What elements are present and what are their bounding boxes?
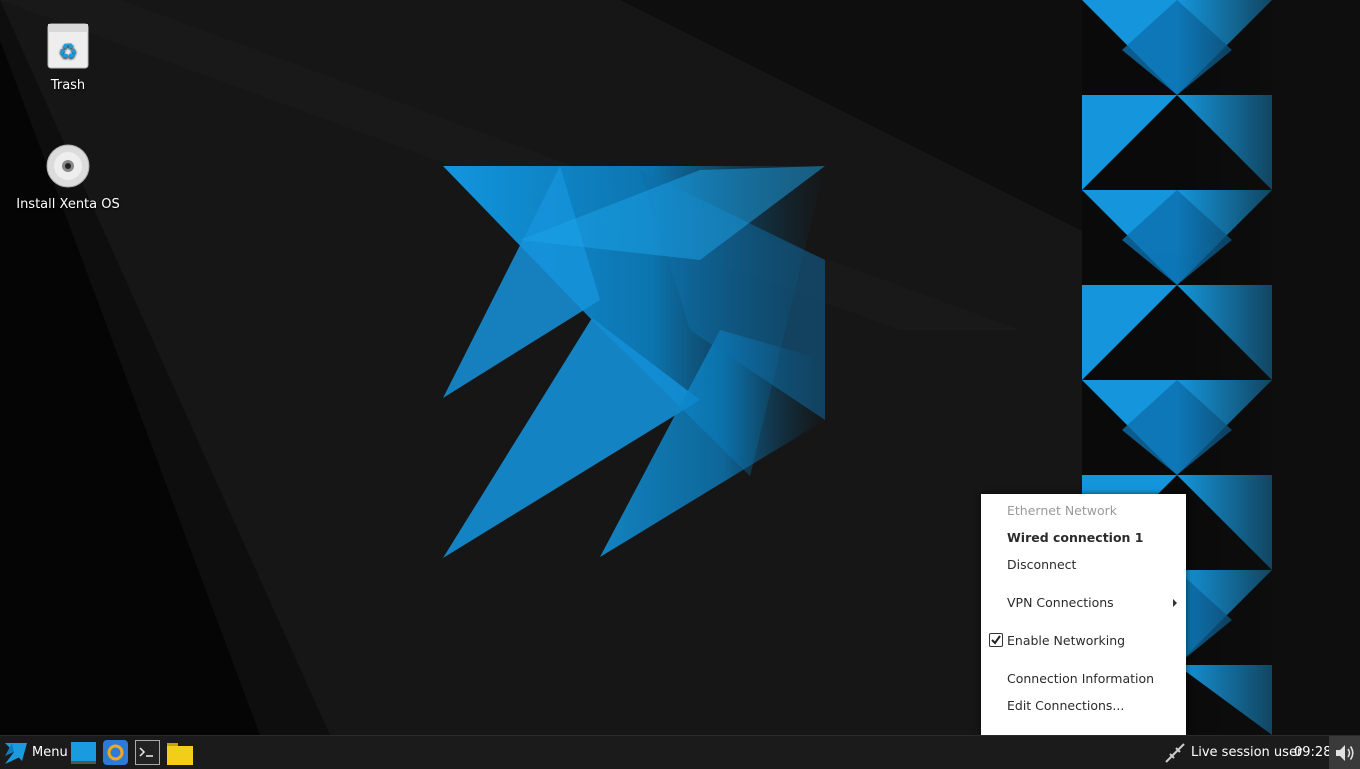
desktop-icon-label: Trash xyxy=(50,78,86,93)
browser-icon[interactable] xyxy=(103,736,128,769)
terminal-icon[interactable] xyxy=(135,736,160,769)
taskbar: Menu Live session user 09:28 xyxy=(0,735,1360,769)
svg-text:♻: ♻ xyxy=(58,40,78,65)
trash-icon: ♻ xyxy=(13,22,123,74)
desktop: ♻ Trash Install Xenta OS Ethernet Networ… xyxy=(0,0,1360,735)
clock[interactable]: 09:28 xyxy=(1294,736,1331,769)
network-icon[interactable] xyxy=(1163,736,1187,769)
menu-button[interactable]: Menu xyxy=(32,736,68,769)
network-context-menu: Ethernet Network Wired connection 1 Disc… xyxy=(981,494,1186,735)
volume-button[interactable] xyxy=(1329,736,1360,769)
menu-header-ethernet: Ethernet Network xyxy=(1007,503,1118,518)
submenu-arrow-icon xyxy=(1173,599,1177,607)
menu-item-vpn-connections[interactable]: VPN Connections xyxy=(1007,594,1114,612)
desktop-icon-label: Install Xenta OS xyxy=(16,197,120,212)
desktop-icon-install[interactable]: Install Xenta OS xyxy=(13,143,123,212)
volume-icon xyxy=(1334,742,1356,768)
disc-icon xyxy=(13,143,123,193)
xenta-logo-icon[interactable] xyxy=(4,736,28,769)
folder-icon[interactable] xyxy=(167,736,193,769)
menu-item-wired-connection[interactable]: Wired connection 1 xyxy=(1007,529,1144,547)
menu-item-enable-networking[interactable]: Enable Networking xyxy=(1007,632,1125,650)
menu-item-connection-information[interactable]: Connection Information xyxy=(1007,670,1154,688)
enable-networking-checkbox[interactable] xyxy=(989,633,1003,647)
desktop-icon[interactable] xyxy=(71,736,96,769)
session-user-label[interactable]: Live session user xyxy=(1191,736,1302,769)
menu-item-disconnect[interactable]: Disconnect xyxy=(1007,556,1076,574)
desktop-icon-trash[interactable]: ♻ Trash xyxy=(13,22,123,93)
menu-item-edit-connections[interactable]: Edit Connections... xyxy=(1007,697,1124,715)
